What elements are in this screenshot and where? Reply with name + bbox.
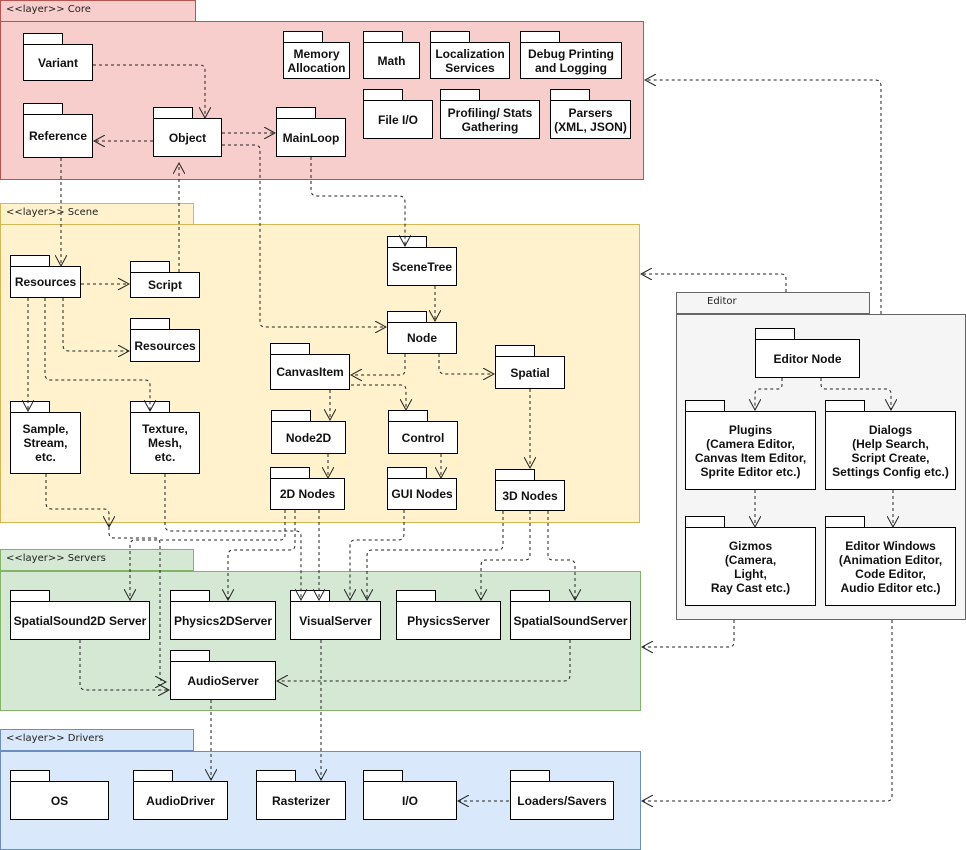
edge-object-node [222, 144, 386, 327]
edge-3dnodes-physicsserver [481, 511, 531, 600]
edge-3dnodes-visualserver [367, 511, 504, 600]
edge-variant-object [93, 64, 205, 118]
dependency-edges [0, 64, 966, 850]
edge-2dnodes-ss2d [130, 510, 286, 600]
edge-resources-texture [44, 298, 150, 411]
edge-editor-core [645, 80, 882, 314]
edge-3dnodes-ssserver [547, 511, 575, 600]
edge-mainloop-scenetree [310, 157, 405, 246]
edge-canvasitem-control [351, 384, 406, 410]
edge-resources-resources [62, 298, 129, 351]
edge-sample-audioserver [45, 474, 109, 527]
edge-ss2d-audioserver [79, 640, 169, 690]
edge-sample-audioserver-2 [108, 527, 166, 682]
edge-node-canvasitem [351, 354, 406, 375]
edge-editor-servers [642, 620, 735, 647]
edge-node-spatial [438, 354, 494, 374]
edge-editornode-plugins [755, 378, 783, 410]
edge-texture-visualserver [164, 474, 301, 600]
edge-editornode-dialogs [820, 378, 891, 410]
edge-editor-scene [641, 274, 787, 292]
edge-guinodes-visualserver [350, 510, 405, 600]
